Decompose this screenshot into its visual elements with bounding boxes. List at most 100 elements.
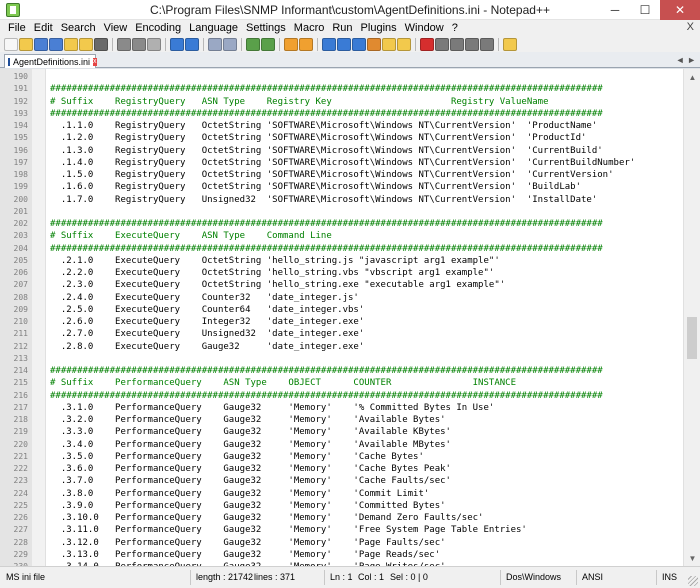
code-line[interactable]: 190 (0, 71, 680, 83)
undo-icon[interactable] (170, 37, 184, 51)
menu-help[interactable]: ? (448, 22, 462, 34)
code-line[interactable]: 203 # Suffix ExecuteQuery ASN Type Comman… (0, 230, 680, 242)
indent-guide-icon[interactable] (352, 37, 366, 51)
play-multiple-icon[interactable] (465, 37, 479, 51)
menu-window[interactable]: Window (401, 22, 448, 34)
code-line[interactable]: 221 .3.5.0 PerformanceQuery Gauge32 'Mem… (0, 451, 680, 463)
stop-record-icon[interactable] (435, 37, 449, 51)
code-line[interactable]: 212 .2.8.0 ExecuteQuery Gauge32 'date_in… (0, 341, 680, 353)
sync-horizontal-icon[interactable] (299, 37, 313, 51)
folder-as-workspace-icon[interactable] (503, 37, 517, 51)
code-line[interactable]: 227 .3.11.0 PerformanceQuery Gauge32 'Me… (0, 524, 680, 536)
code-line[interactable]: 216 #####################################… (0, 390, 680, 402)
save-icon[interactable] (34, 37, 48, 51)
code-line[interactable]: 202 #####################################… (0, 218, 680, 230)
save-all-icon[interactable] (49, 37, 63, 51)
menu-file[interactable]: File (4, 22, 30, 34)
code-line[interactable]: 194 .1.1.0 RegistryQuery OctetString 'SO… (0, 120, 680, 132)
code-line[interactable]: 197 .1.4.0 RegistryQuery OctetString 'SO… (0, 157, 680, 169)
redo-icon[interactable] (185, 37, 199, 51)
show-all-chars-icon[interactable] (337, 37, 351, 51)
tab-agentdefinitions[interactable]: AgentDefinitions.ini x (4, 54, 97, 68)
user-language-icon[interactable] (367, 37, 381, 51)
code-line[interactable]: 209 .2.5.0 ExecuteQuery Counter64 'date_… (0, 304, 680, 316)
code-line[interactable]: 225 .3.9.0 PerformanceQuery Gauge32 'Mem… (0, 500, 680, 512)
scroll-down-icon[interactable]: ▼ (684, 550, 700, 566)
cut-icon[interactable] (117, 37, 131, 51)
document-map-icon[interactable] (382, 37, 396, 51)
code-line[interactable]: 213 (0, 353, 680, 365)
code-line[interactable]: 223 .3.7.0 PerformanceQuery Gauge32 'Mem… (0, 475, 680, 487)
zoom-out-icon[interactable] (261, 37, 275, 51)
code-line[interactable]: 193 #####################################… (0, 108, 680, 120)
code-line[interactable]: 207 .2.3.0 ExecuteQuery OctetString 'hel… (0, 279, 680, 291)
play-macro-icon[interactable] (450, 37, 464, 51)
vertical-scrollbar[interactable]: ▲ ▼ (683, 69, 700, 566)
find-icon[interactable] (208, 37, 222, 51)
code-line[interactable]: 228 .3.12.0 PerformanceQuery Gauge32 'Me… (0, 537, 680, 549)
close-icon[interactable] (64, 37, 78, 51)
code-line[interactable]: 195 .1.2.0 RegistryQuery OctetString 'SO… (0, 132, 680, 144)
code-line[interactable]: 215 # Suffix PerformanceQuery ASN Type OB… (0, 377, 680, 389)
menu-encoding[interactable]: Encoding (131, 22, 185, 34)
resize-grip[interactable] (688, 576, 698, 586)
zoom-in-icon[interactable] (246, 37, 260, 51)
code-line[interactable]: 229 .3.13.0 PerformanceQuery Gauge32 'Me… (0, 549, 680, 561)
menu-search[interactable]: Search (57, 22, 100, 34)
menu-macro[interactable]: Macro (290, 22, 329, 34)
tab-nav-arrows[interactable]: ◄ ► (676, 55, 696, 65)
scroll-up-icon[interactable]: ▲ (684, 69, 700, 85)
code-line[interactable]: 211 .2.7.0 ExecuteQuery Unsigned32 'date… (0, 328, 680, 340)
scroll-thumb[interactable] (687, 317, 697, 359)
menu-run[interactable]: Run (328, 22, 356, 34)
copy-icon[interactable] (132, 37, 146, 51)
close-window-button[interactable]: ✕ (660, 0, 700, 20)
menu-view[interactable]: View (100, 22, 132, 34)
code-line[interactable]: 220 .3.4.0 PerformanceQuery Gauge32 'Mem… (0, 439, 680, 451)
maximize-button[interactable]: ☐ (630, 0, 660, 20)
function-list-icon[interactable] (397, 37, 411, 51)
menu-language[interactable]: Language (185, 22, 242, 34)
minimize-button[interactable]: ─ (600, 0, 630, 20)
code-line[interactable]: 222 .3.6.0 PerformanceQuery Gauge32 'Mem… (0, 463, 680, 475)
editor-area[interactable]: 190 191 ##################################… (0, 69, 700, 566)
replace-icon[interactable] (223, 37, 237, 51)
open-file-icon[interactable] (19, 37, 33, 51)
code-line[interactable]: 199 .1.6.0 RegistryQuery OctetString 'SO… (0, 181, 680, 193)
close-tab-icon[interactable]: x (93, 57, 97, 66)
code-text: .3.2.0 PerformanceQuery Gauge32 'Memory'… (50, 415, 446, 425)
code-line[interactable]: 192 # Suffix RegistryQuery ASN Type Regis… (0, 96, 680, 108)
paste-icon[interactable] (147, 37, 161, 51)
code-line[interactable]: 196 .1.3.0 RegistryQuery OctetString 'SO… (0, 145, 680, 157)
word-wrap-icon[interactable] (322, 37, 336, 51)
new-file-icon[interactable] (4, 37, 18, 51)
menu-settings[interactable]: Settings (242, 22, 290, 34)
code-line[interactable]: 218 .3.2.0 PerformanceQuery Gauge32 'Mem… (0, 414, 680, 426)
code-line[interactable]: 200 .1.7.0 RegistryQuery Unsigned32 'SOF… (0, 194, 680, 206)
save-macro-icon[interactable] (480, 37, 494, 51)
close-all-icon[interactable] (79, 37, 93, 51)
code-line[interactable]: 205 .2.1.0 ExecuteQuery OctetString 'hel… (0, 255, 680, 267)
code-view[interactable]: 190 191 ##################################… (0, 71, 680, 566)
code-line[interactable]: 204 #####################################… (0, 243, 680, 255)
code-text: .1.4.0 RegistryQuery OctetString 'SOFTWA… (50, 157, 636, 168)
code-line[interactable]: 208 .2.4.0 ExecuteQuery Counter32 'date_… (0, 292, 680, 304)
code-text: .1.3.0 RegistryQuery OctetString 'SOFTWA… (50, 145, 603, 156)
menu-edit[interactable]: Edit (30, 22, 57, 34)
close-document-button[interactable]: X (687, 21, 694, 33)
status-col: Col : 1 (358, 572, 385, 582)
menu-plugins[interactable]: Plugins (357, 22, 401, 34)
code-line[interactable]: 206 .2.2.0 ExecuteQuery OctetString 'hel… (0, 267, 680, 279)
code-line[interactable]: 214 #####################################… (0, 365, 680, 377)
sync-vertical-icon[interactable] (284, 37, 298, 51)
code-line[interactable]: 210 .2.6.0 ExecuteQuery Integer32 'date_… (0, 316, 680, 328)
code-line[interactable]: 226 .3.10.0 PerformanceQuery Gauge32 'Me… (0, 512, 680, 524)
print-icon[interactable] (94, 37, 108, 51)
code-line[interactable]: 224 .3.8.0 PerformanceQuery Gauge32 'Mem… (0, 488, 680, 500)
code-line[interactable]: 191 #####################################… (0, 83, 680, 95)
code-line[interactable]: 201 (0, 206, 680, 218)
code-line[interactable]: 217 .3.1.0 PerformanceQuery Gauge32 'Mem… (0, 402, 680, 414)
record-macro-icon[interactable] (420, 37, 434, 51)
code-line[interactable]: 198 .1.5.0 RegistryQuery OctetString 'SO… (0, 169, 680, 181)
code-line[interactable]: 219 .3.3.0 PerformanceQuery Gauge32 'Mem… (0, 426, 680, 438)
